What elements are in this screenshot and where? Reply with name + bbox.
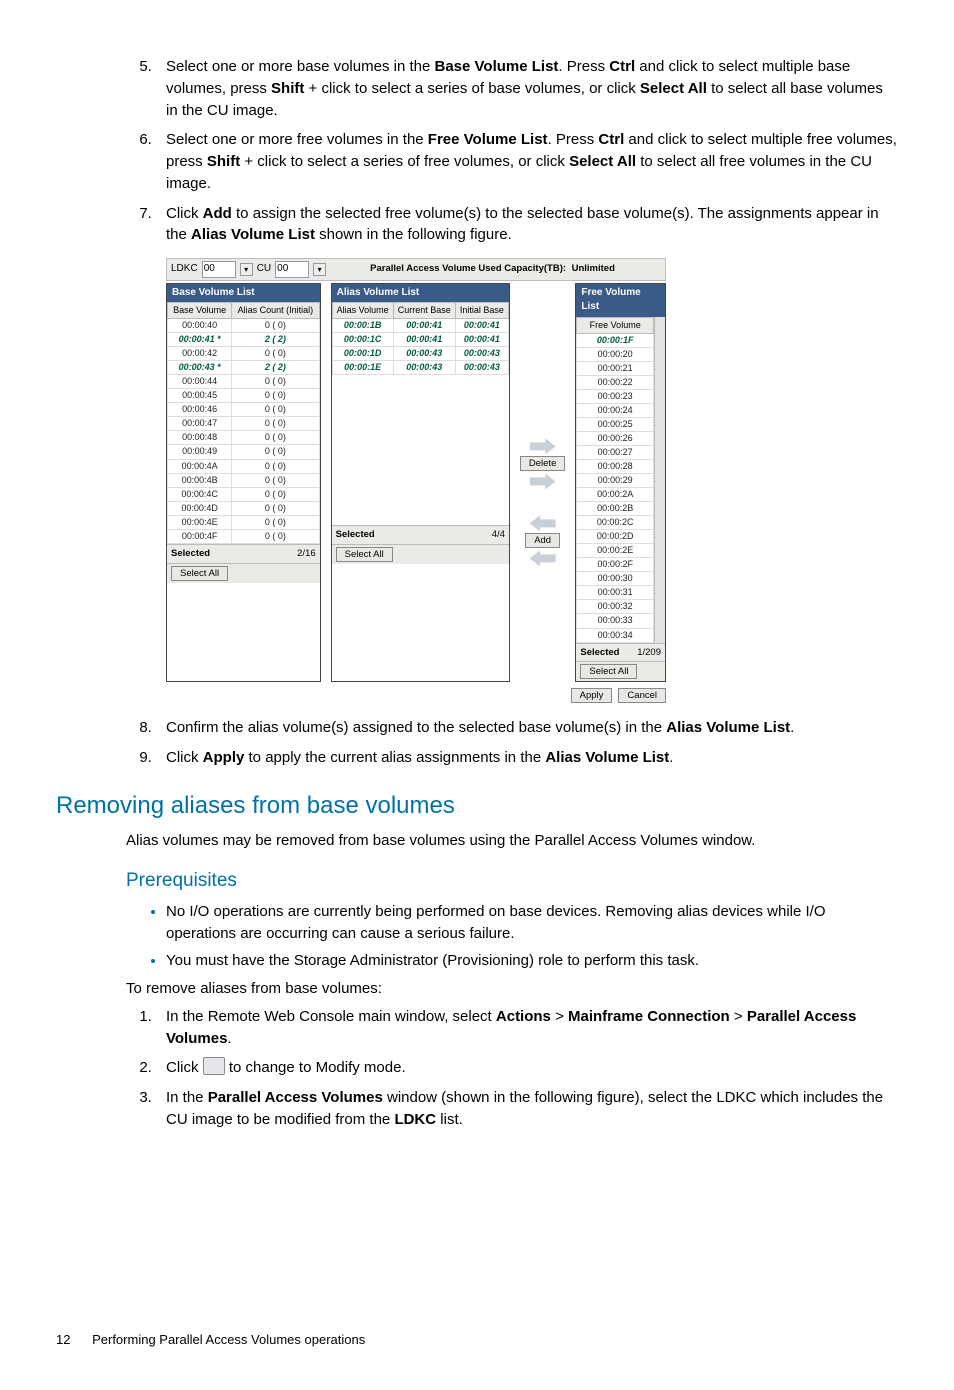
table-row[interactable]: 00:00:4E0 ( 0) — [168, 515, 320, 529]
remove-step-1: In the Remote Web Console main window, s… — [156, 1006, 898, 1050]
free-select-all-button[interactable]: Select All — [580, 664, 637, 679]
cancel-button[interactable]: Cancel — [618, 688, 666, 703]
table-row[interactable]: 00:00:4D0 ( 0) — [168, 501, 320, 515]
table-row[interactable]: 00:00:460 ( 0) — [168, 403, 320, 417]
table-row[interactable]: 00:00:4B0 ( 0) — [168, 473, 320, 487]
table-row[interactable]: 00:00:480 ( 0) — [168, 431, 320, 445]
remove-step-3: In the Parallel Access Volumes window (s… — [156, 1087, 898, 1131]
table-row[interactable]: 00:00:21 — [577, 361, 654, 375]
step-5: Select one or more base volumes in the B… — [156, 56, 898, 121]
table-row[interactable]: 00:00:1C00:00:4100:00:41 — [332, 333, 508, 347]
table-row[interactable]: 00:00:43 *2 ( 2) — [168, 361, 320, 375]
page-number: 12 — [56, 1331, 70, 1350]
base-volume-header: Base Volume List — [167, 284, 320, 303]
cu-select[interactable]: 00 — [275, 261, 309, 278]
alias-select-all-button[interactable]: Select All — [336, 547, 393, 562]
base-select-all-button[interactable]: Select All — [171, 566, 228, 581]
arrow-left-icon — [530, 550, 556, 566]
table-row[interactable]: 00:00:420 ( 0) — [168, 347, 320, 361]
table-row[interactable]: 00:00:4A0 ( 0) — [168, 459, 320, 473]
prereq-item: No I/O operations are currently being pe… — [166, 901, 898, 945]
table-row[interactable]: 00:00:470 ( 0) — [168, 417, 320, 431]
table-row[interactable]: 00:00:2A — [577, 488, 654, 502]
chapter-title: Performing Parallel Access Volumes opera… — [92, 1332, 365, 1347]
table-row[interactable]: 00:00:25 — [577, 417, 654, 431]
modify-mode-icon — [203, 1057, 225, 1075]
table-row[interactable]: 00:00:41 *2 ( 2) — [168, 333, 320, 347]
remove-step-2: Click to change to Modify mode. — [156, 1057, 898, 1079]
table-row[interactable]: 00:00:490 ( 0) — [168, 445, 320, 459]
table-row[interactable]: 00:00:33 — [577, 614, 654, 628]
table-row[interactable]: 00:00:30 — [577, 572, 654, 586]
base-volume-panel: Base Volume List Base VolumeAlias Count … — [166, 283, 321, 683]
add-button[interactable]: Add — [525, 533, 560, 548]
alias-volume-panel: Alias Volume List Alias VolumeCurrent Ba… — [331, 283, 510, 683]
table-row[interactable]: 00:00:2B — [577, 502, 654, 516]
prerequisites-heading: Prerequisites — [126, 867, 898, 895]
table-row[interactable]: 00:00:32 — [577, 600, 654, 614]
table-row[interactable]: 00:00:1D00:00:4300:00:43 — [332, 347, 508, 361]
prereq-item: You must have the Storage Administrator … — [166, 950, 898, 972]
table-row[interactable]: 00:00:1E00:00:4300:00:43 — [332, 361, 508, 375]
ldkc-select[interactable]: 00 — [202, 261, 236, 278]
free-volume-header: Free Volume List — [576, 284, 665, 317]
arrow-left-icon — [530, 515, 556, 531]
table-row[interactable]: 00:00:24 — [577, 403, 654, 417]
table-row[interactable]: 00:00:31 — [577, 586, 654, 600]
table-row[interactable]: 00:00:4C0 ( 0) — [168, 487, 320, 501]
table-row[interactable]: 00:00:26 — [577, 431, 654, 445]
chevron-down-icon[interactable]: ▾ — [313, 263, 326, 276]
table-row[interactable]: 00:00:1B00:00:4100:00:41 — [332, 319, 508, 333]
arrow-right-icon — [530, 438, 556, 454]
table-row[interactable]: 00:00:2D — [577, 530, 654, 544]
step-6: Select one or more free volumes in the F… — [156, 129, 898, 194]
section-intro: Alias volumes may be removed from base v… — [126, 830, 898, 852]
transfer-controls: Delete Add — [520, 283, 565, 683]
table-row[interactable]: 00:00:400 ( 0) — [168, 319, 320, 333]
table-row[interactable]: 00:00:28 — [577, 459, 654, 473]
arrow-right-icon — [530, 473, 556, 489]
table-row[interactable]: 00:00:440 ( 0) — [168, 375, 320, 389]
step-8: Confirm the alias volume(s) assigned to … — [156, 717, 898, 739]
free-volume-table[interactable]: Free Volume00:00:1F00:00:2000:00:2100:00… — [576, 317, 654, 643]
page-footer: 12 Performing Parallel Access Volumes op… — [56, 1331, 898, 1350]
free-volume-panel: Free Volume List Free Volume00:00:1F00:0… — [575, 283, 666, 683]
table-row[interactable]: 00:00:2F — [577, 558, 654, 572]
ldkc-label: LDKC — [171, 262, 198, 277]
base-volume-table[interactable]: Base VolumeAlias Count (Initial)00:00:40… — [167, 302, 320, 544]
remove-intro: To remove aliases from base volumes: — [126, 978, 898, 1000]
cu-label: CU — [257, 262, 271, 277]
table-row[interactable]: 00:00:450 ( 0) — [168, 389, 320, 403]
table-row[interactable]: 00:00:2E — [577, 544, 654, 558]
delete-button[interactable]: Delete — [520, 456, 565, 471]
table-row[interactable]: 00:00:1F — [577, 333, 654, 347]
pav-window-figure: LDKC 00▾ CU 00▾ Parallel Access Volume U… — [166, 258, 666, 703]
table-row[interactable]: 00:00:29 — [577, 474, 654, 488]
table-row[interactable]: 00:00:27 — [577, 445, 654, 459]
step-7: Click Add to assign the selected free vo… — [156, 203, 898, 247]
alias-volume-header: Alias Volume List — [332, 284, 509, 303]
scrollbar[interactable] — [654, 317, 665, 643]
apply-button[interactable]: Apply — [571, 688, 613, 703]
table-row[interactable]: 00:00:20 — [577, 347, 654, 361]
table-row[interactable]: 00:00:22 — [577, 375, 654, 389]
table-row[interactable]: 00:00:34 — [577, 628, 654, 642]
chevron-down-icon[interactable]: ▾ — [240, 263, 253, 276]
section-heading: Removing aliases from base volumes — [56, 789, 898, 824]
table-row[interactable]: 00:00:4F0 ( 0) — [168, 529, 320, 543]
table-row[interactable]: 00:00:23 — [577, 389, 654, 403]
table-row[interactable]: 00:00:2C — [577, 516, 654, 530]
step-9: Click Apply to apply the current alias a… — [156, 747, 898, 769]
alias-volume-table[interactable]: Alias VolumeCurrent BaseInitial Base00:0… — [332, 302, 509, 375]
